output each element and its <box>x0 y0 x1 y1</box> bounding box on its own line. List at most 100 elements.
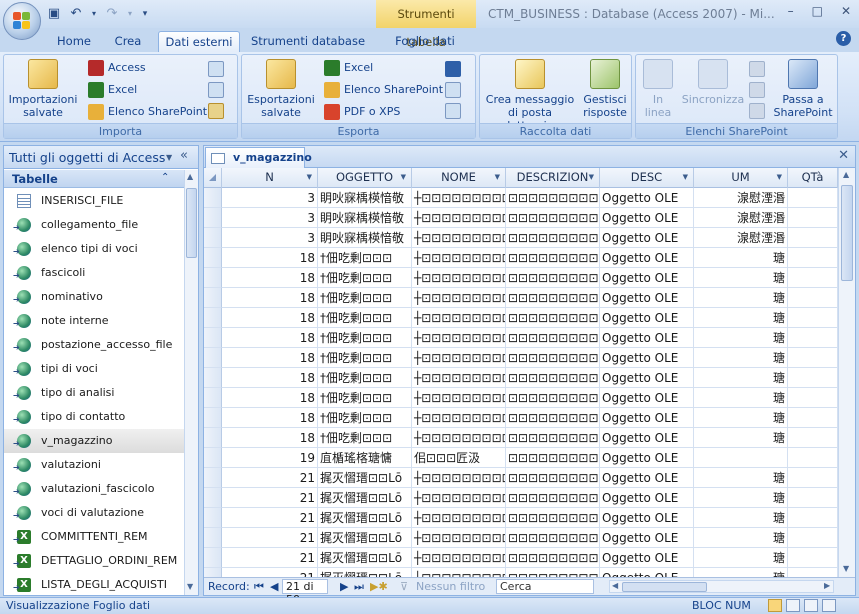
table-cell[interactable] <box>788 328 838 348</box>
table-cell[interactable]: ┼⊡⊡⊡⊡⊡⊡⊡⊡⊡⊡⊡ <box>412 288 506 308</box>
nav-section-tabelle[interactable]: Tabelle ⌃ <box>4 170 184 188</box>
table-cell[interactable] <box>788 348 838 368</box>
import-more-icon[interactable] <box>208 103 224 119</box>
table-cell[interactable]: 瑭 <box>694 308 788 328</box>
nav-item[interactable]: ➔ voci di valutazione <box>4 501 184 525</box>
table-cell[interactable] <box>788 288 838 308</box>
table-cell[interactable] <box>694 448 788 468</box>
nav-item[interactable]: X ➔ COMMITTENTI_REM <box>4 525 184 549</box>
table-cell[interactable]: 瑭 <box>694 288 788 308</box>
redo-icon[interactable]: ↷ <box>104 6 120 22</box>
table-cell[interactable] <box>788 408 838 428</box>
column-dropdown-icon[interactable]: ▼ <box>589 168 594 187</box>
tab-crea[interactable]: Crea <box>106 31 150 52</box>
nav-item[interactable]: X ➔ LISTA_DEGLI_ACQUISTI <box>4 573 184 597</box>
table-cell[interactable] <box>788 308 838 328</box>
next-record-icon[interactable]: ▶ <box>340 580 348 593</box>
table-cell[interactable]: Oggetto OLE <box>600 288 694 308</box>
nav-item[interactable]: ➔ postazione_accesso_file <box>4 333 184 357</box>
table-cell[interactable]: 21 <box>222 468 318 488</box>
first-record-icon[interactable]: ⏮ <box>254 580 264 594</box>
table-cell[interactable]: †佃吃剰⊡⊡⊡ <box>318 368 412 388</box>
table-cell[interactable]: 瑭 <box>694 528 788 548</box>
table-cell[interactable]: ┼⊡⊡⊡⊡⊡⊡⊡⊡⊡⊡⊡ <box>412 228 506 248</box>
row-selector[interactable] <box>204 388 222 408</box>
export-pdf-xps-button[interactable]: PDF o XPS <box>324 103 400 121</box>
esportazioni-salvate-button[interactable]: Esportazioni salvate <box>244 59 318 119</box>
import-excel-button[interactable]: Excel <box>88 81 137 99</box>
table-cell[interactable]: 瑭 <box>694 348 788 368</box>
table-cell[interactable]: 佀⊡⊡⊡匠汲 <box>412 448 506 468</box>
table-cell[interactable]: 21 <box>222 528 318 548</box>
nav-item[interactable]: ➔ note interne <box>4 309 184 333</box>
table-cell[interactable] <box>788 388 838 408</box>
table-cell[interactable]: Oggetto OLE <box>600 548 694 568</box>
table-cell[interactable]: †佃吃剰⊡⊡⊡ <box>318 388 412 408</box>
table-cell[interactable]: 㡹楯瑤楁瑭慵 <box>318 448 412 468</box>
table-cell[interactable]: Oggetto OLE <box>600 268 694 288</box>
row-selector[interactable] <box>204 348 222 368</box>
sp-cache-icon[interactable] <box>749 61 765 77</box>
select-all-cell[interactable] <box>204 168 222 188</box>
table-cell[interactable]: 瑭 <box>694 248 788 268</box>
table-cell[interactable] <box>788 428 838 448</box>
table-cell[interactable]: 瑭 <box>694 508 788 528</box>
table-cell[interactable]: 眀吙㝥楀楧愔敬 <box>318 208 412 228</box>
import-text-icon[interactable] <box>208 61 224 77</box>
row-selector[interactable] <box>204 408 222 428</box>
tab-home[interactable]: Home <box>50 31 98 52</box>
table-cell[interactable]: ⊡⊡⊡⊡⊡⊡⊡⊡⊡⊡⊡ <box>506 188 600 208</box>
table-cell[interactable]: †佃吃剰⊡⊡⊡ <box>318 308 412 328</box>
nav-item[interactable]: ➔ valutazioni <box>4 453 184 477</box>
row-selector[interactable] <box>204 288 222 308</box>
column-header[interactable]: OGGETTO ▼ <box>318 168 412 188</box>
table-cell[interactable]: ┼⊡⊡⊡⊡⊡⊡⊡⊡⊡⊡⊡ <box>412 348 506 368</box>
scroll-left-icon[interactable]: ◀ <box>612 581 618 590</box>
passa-a-sharepoint-button[interactable]: Passa a SharePoint <box>770 59 836 119</box>
export-excel-button[interactable]: Excel <box>324 59 373 77</box>
table-cell[interactable]: ┼⊡⊡⊡⊡⊡⊡⊡⊡⊡⊡⊡ <box>412 368 506 388</box>
table-cell[interactable]: ⊡⊡⊡⊡⊡⊡⊡⊡⊡⊡⊡ <box>506 308 600 328</box>
table-cell[interactable]: 18 <box>222 368 318 388</box>
customize-qat-icon[interactable]: ▾ <box>140 6 150 22</box>
table-cell[interactable]: ⊡⊡⊡⊡⊡⊡⊡⊡⊡⊡⊡ <box>506 208 600 228</box>
table-cell[interactable]: †佃吃剰⊡⊡⊡ <box>318 248 412 268</box>
table-cell[interactable]: Oggetto OLE <box>600 228 694 248</box>
export-word-icon[interactable] <box>445 61 461 77</box>
table-cell[interactable]: 21 <box>222 548 318 568</box>
table-cell[interactable]: 湶慰湮湣 <box>694 188 788 208</box>
table-cell[interactable] <box>788 228 838 248</box>
table-cell[interactable]: ┼⊡⊡⊡⊡⊡⊡⊡⊡⊡⊡⊡ <box>412 548 506 568</box>
table-cell[interactable]: 18 <box>222 308 318 328</box>
table-cell[interactable]: Oggetto OLE <box>600 368 694 388</box>
table-cell[interactable]: ⊡⊡⊡⊡⊡⊡⊡⊡⊡⊡⊡ <box>506 408 600 428</box>
table-cell[interactable]: ⊡⊡⊡⊡⊡⊡⊡⊡⊡⊡⊡ <box>506 448 600 468</box>
nav-scrollbar[interactable]: ▲ ▼ <box>184 170 198 595</box>
column-dropdown-icon[interactable]: ▼ <box>683 168 688 187</box>
table-cell[interactable]: 瑭 <box>694 268 788 288</box>
close-button[interactable]: ✕ <box>841 4 851 18</box>
table-cell[interactable]: 18 <box>222 348 318 368</box>
table-cell[interactable]: ⊡⊡⊡⊡⊡⊡⊡⊡⊡⊡⊡ <box>506 528 600 548</box>
column-header[interactable]: NOME ▼ <box>412 168 506 188</box>
table-cell[interactable]: ⊡⊡⊡⊡⊡⊡⊡⊡⊡⊡⊡ <box>506 548 600 568</box>
pivot-table-view-icon[interactable] <box>786 599 800 612</box>
table-cell[interactable] <box>788 448 838 468</box>
maximize-button[interactable]: □ <box>812 4 823 18</box>
table-cell[interactable]: ┼⊡⊡⊡⊡⊡⊡⊡⊡⊡⊡⊡ <box>412 308 506 328</box>
table-cell[interactable]: †佃吃剰⊡⊡⊡ <box>318 348 412 368</box>
table-cell[interactable]: ⊡⊡⊡⊡⊡⊡⊡⊡⊡⊡⊡ <box>506 288 600 308</box>
sincronizza-button[interactable]: Sincronizza <box>680 59 746 106</box>
chevron-down-icon[interactable]: ▼ <box>166 153 172 162</box>
table-cell[interactable]: Oggetto OLE <box>600 528 694 548</box>
table-cell[interactable]: 眀吙㝥楀楧愔敬 <box>318 228 412 248</box>
table-cell[interactable]: ┼⊡⊡⊡⊡⊡⊡⊡⊡⊡⊡⊡ <box>412 508 506 528</box>
nav-scroll-thumb[interactable] <box>186 188 197 258</box>
row-selector[interactable] <box>204 188 222 208</box>
table-cell[interactable]: 3 <box>222 228 318 248</box>
table-cell[interactable] <box>788 268 838 288</box>
table-cell[interactable]: Oggetto OLE <box>600 328 694 348</box>
table-cell[interactable]: 21 <box>222 508 318 528</box>
nav-item[interactable]: ➔ elenco tipi di voci <box>4 237 184 261</box>
table-cell[interactable]: ⊡⊡⊡⊡⊡⊡⊡⊡⊡⊡⊡ <box>506 368 600 388</box>
